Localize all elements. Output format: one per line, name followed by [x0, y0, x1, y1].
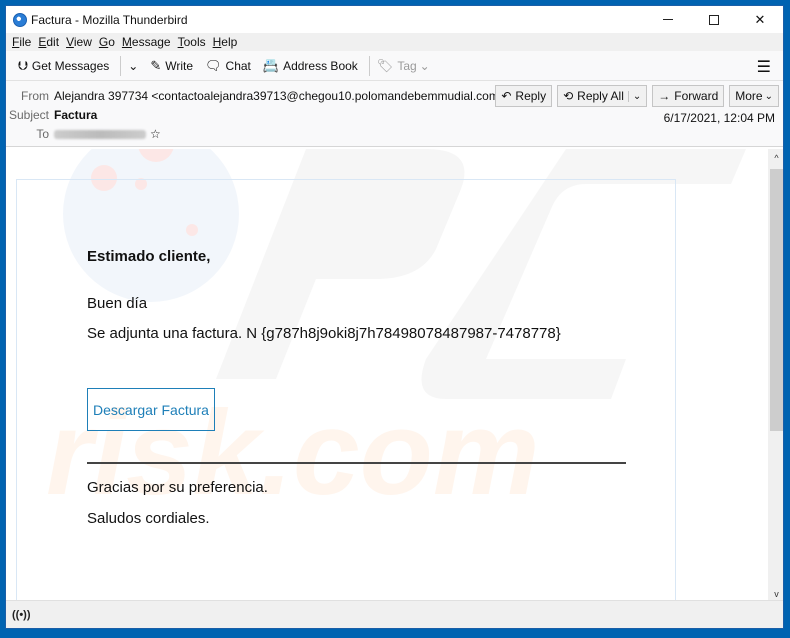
menu-edit-label: dit [46, 35, 60, 49]
status-bar: ((•)) [6, 600, 783, 628]
chevron-down-icon[interactable]: ⌄ [627, 90, 641, 102]
closing-line-1: Gracias por su preferencia. [87, 479, 268, 496]
menu-view-accel: V [66, 35, 74, 49]
from-value[interactable]: Alejandra 397734 <contactoalejandra39713… [54, 89, 525, 103]
close-button[interactable]: ✕ [737, 6, 783, 33]
menu-help-accel: H [212, 35, 222, 49]
window-controls: ✕ [645, 6, 783, 33]
forward-button[interactable]: → Forward [652, 85, 725, 107]
from-label: From [21, 89, 49, 103]
menu-go-label: o [108, 35, 115, 49]
menu-bar: File Edit View Go Message Tools Help [6, 33, 783, 51]
email-content-frame: Estimado cliente, Buen día Se adjunta un… [16, 179, 676, 602]
message-actions: ↶ Reply ⟲ Reply All ⌄ → Forward More ⌄ [490, 85, 779, 107]
address-book-label: Address Book [283, 58, 358, 73]
maximize-button[interactable] [691, 6, 737, 33]
reply-all-label: Reply All [577, 89, 624, 103]
title-bar: Factura - Mozilla Thunderbird ✕ [6, 6, 783, 33]
download-invoice-button[interactable]: Descargar Factura [87, 388, 215, 431]
forward-label: Forward [674, 89, 719, 103]
write-label: Write [165, 58, 194, 73]
menu-view-label: iew [73, 35, 92, 49]
menu-file[interactable]: File [12, 35, 31, 49]
tag-icon: 🏷 [376, 57, 394, 73]
menu-help[interactable]: Help [213, 35, 238, 49]
pencil-icon: ✎ [150, 57, 162, 73]
menu-tools-label: ools [183, 35, 206, 49]
minimize-icon [663, 19, 673, 20]
menu-file-label: ile [19, 35, 32, 49]
scroll-up-icon[interactable]: ^ [768, 149, 783, 166]
address-book-icon: 📇 [262, 57, 280, 73]
watermark-dot [138, 149, 174, 162]
maximize-icon [709, 14, 719, 25]
reply-icon: ↶ [501, 89, 512, 103]
menu-message-label: essage [131, 35, 171, 49]
more-button[interactable]: More ⌄ [729, 85, 779, 107]
menu-edit[interactable]: Edit [38, 35, 59, 49]
menu-message-accel: M [121, 35, 132, 49]
closing-line-2: Saludos cordiales. [87, 510, 210, 527]
reply-all-icon: ⟲ [563, 89, 574, 103]
menu-go-accel: G [98, 35, 109, 49]
subject-row: Subject Factura [6, 106, 97, 124]
chevron-down-icon: ⌄ [419, 58, 430, 73]
forward-icon: → [658, 89, 671, 103]
body-line-1: Buen día [87, 295, 148, 312]
message-date: 6/17/2021, 12:04 PM [663, 111, 775, 125]
reply-label: Reply [515, 89, 547, 103]
message-body-pane: risk.com Estimado cliente, Buen día Se a… [6, 149, 783, 602]
close-icon: ✕ [754, 11, 766, 27]
divider-line [87, 462, 626, 464]
menu-view[interactable]: View [66, 35, 92, 49]
menu-tools[interactable]: Tools [178, 35, 206, 49]
menu-go[interactable]: Go [99, 35, 115, 49]
reply-button[interactable]: ↶ Reply [495, 85, 553, 107]
menu-message[interactable]: Message [122, 35, 171, 49]
toolbar-separator [368, 55, 370, 76]
from-row: From Alejandra 397734 <contactoalejandra… [6, 87, 540, 105]
tag-button[interactable]: 🏷 Tag ⌄ [373, 54, 434, 78]
menu-help-label: elp [221, 35, 238, 49]
chat-bubble-icon: 🗨 [205, 57, 222, 73]
thunderbird-logo-icon [13, 12, 27, 27]
to-label: To [36, 127, 49, 141]
chevron-down-icon: ⌄ [128, 58, 139, 73]
address-book-button[interactable]: 📇 Address Book [259, 54, 362, 78]
app-menu-icon[interactable]: ☰ [757, 57, 771, 77]
reply-all-button[interactable]: ⟲ Reply All ⌄ [557, 85, 648, 107]
to-value-blurred[interactable]: atencion@pcrisk.es [54, 129, 146, 139]
get-messages-dropdown[interactable]: ⌄ [124, 54, 142, 78]
main-toolbar: ⮋ Get Messages ⌄ ✎ Write 🗨 Chat 📇 Addres… [6, 51, 783, 81]
scrollbar-thumb[interactable] [770, 169, 783, 431]
vertical-scrollbar[interactable]: ^ v [768, 149, 783, 602]
write-button[interactable]: ✎ Write [146, 54, 197, 78]
chat-label: Chat [225, 58, 251, 73]
message-header: From Alejandra 397734 <contactoalejandra… [6, 81, 783, 147]
tag-label: Tag [397, 58, 417, 73]
to-row: To atencion@pcrisk.es ☆ [6, 125, 160, 143]
subject-value: Factura [54, 108, 98, 122]
body-line-2: Se adjunta una factura. N {g787h8j9oki8j… [87, 325, 561, 342]
get-messages-label: Get Messages [31, 58, 110, 73]
greeting: Estimado cliente, [87, 248, 211, 265]
get-messages-button[interactable]: ⮋ Get Messages [14, 54, 113, 78]
more-label: More [735, 89, 763, 103]
chevron-down-icon: ⌄ [764, 90, 773, 102]
online-status-icon[interactable]: ((•)) [12, 609, 34, 621]
window-title: Factura - Mozilla Thunderbird [31, 12, 188, 27]
minimize-button[interactable] [645, 6, 691, 33]
chat-button[interactable]: 🗨 Chat [201, 54, 255, 78]
toolbar-separator [120, 55, 122, 76]
download-mail-icon: ⮋ [18, 57, 28, 73]
thunderbird-window: Factura - Mozilla Thunderbird ✕ File Edi… [5, 5, 784, 629]
subject-label: Subject [8, 108, 49, 122]
